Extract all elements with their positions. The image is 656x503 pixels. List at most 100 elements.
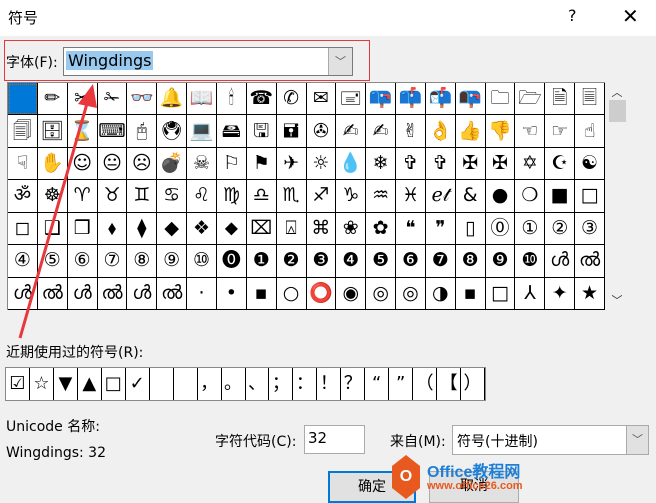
symbol-cell[interactable]: ❶ — [246, 245, 277, 278]
symbol-cell[interactable]: ☪ — [545, 147, 576, 181]
scroll-thumb[interactable] — [609, 100, 626, 122]
symbol-cell[interactable]: ⑨ — [157, 245, 188, 278]
symbol-cell[interactable]: ☎ — [246, 83, 277, 116]
symbol-cell[interactable]: 📖 — [187, 83, 217, 116]
symbol-cell[interactable]: ✍ — [366, 115, 397, 148]
symbol-cell[interactable]: ❺ — [366, 245, 397, 278]
symbol-cell[interactable]: ▪ — [246, 277, 277, 310]
symbol-cell[interactable]: ♎ — [246, 180, 277, 213]
symbol-cell[interactable]: ൾ — [8, 277, 38, 310]
symbol-cell[interactable]: 💻 — [187, 115, 217, 148]
symbol-cell[interactable]: ❹ — [336, 245, 367, 278]
symbol-cell[interactable]: ⌧ — [246, 212, 277, 246]
symbol-cell[interactable]: & — [455, 180, 486, 213]
symbol-cell[interactable]: ⧫ — [127, 212, 158, 246]
symbol-cell[interactable]: ❝ — [396, 212, 426, 246]
symbol-cell[interactable]: ❍ — [515, 180, 546, 213]
recent-symbol-cell[interactable]: （ — [413, 368, 438, 400]
symbol-cell[interactable]: 🖲 — [157, 115, 188, 148]
recent-symbol-cell[interactable]: ▼ — [54, 368, 78, 400]
symbol-cell[interactable]: ◻ — [8, 212, 38, 246]
recent-symbols-list[interactable]: ☑ ☆ ▼ ▲ □ ✓ ，。、；：！？ “” （【） — [5, 367, 486, 401]
symbol-cell[interactable]: 💣 — [157, 147, 188, 181]
symbol-cell[interactable]: ③ — [575, 212, 605, 246]
symbol-cell[interactable]: ⑧ — [127, 245, 158, 278]
symbol-cell[interactable]: ❑ — [37, 212, 68, 246]
symbol-cell[interactable]: ♊ — [127, 180, 158, 213]
symbol-cell[interactable]: ❖ — [187, 212, 217, 246]
symbol-cell[interactable]: ◑ — [425, 277, 456, 310]
symbol-cell[interactable]: 👍 — [455, 115, 486, 148]
recent-symbol-cell[interactable]: ☑ — [6, 368, 30, 400]
symbol-cell[interactable]: ❒ — [67, 212, 98, 246]
symbol-cell[interactable]: ✞ — [396, 147, 426, 181]
symbol-cell[interactable]: ⑤ — [37, 245, 68, 278]
symbol-cell[interactable]: ❻ — [396, 245, 426, 278]
symbol-cell[interactable]: ✡ — [515, 147, 546, 181]
symbol-cell[interactable]: ❀ — [336, 212, 367, 246]
symbol-cell[interactable]: ♑ — [336, 180, 367, 213]
recent-symbol-cell[interactable]: 。 — [222, 368, 246, 400]
symbol-cell[interactable]: ⌨ — [97, 115, 128, 148]
symbol-cell[interactable]: ℯ𝓉 — [425, 180, 456, 213]
scroll-down-icon[interactable]: ﹀ — [606, 292, 628, 308]
symbol-cell[interactable]: ✂ — [67, 83, 98, 116]
recent-symbol-cell[interactable]: 【 — [437, 368, 462, 400]
symbol-cell[interactable]: ☜ — [515, 115, 546, 148]
help-button[interactable]: ? — [568, 6, 577, 25]
symbol-cell[interactable]: 💧 — [336, 147, 367, 181]
symbol-cell[interactable]: 🖫 — [246, 115, 277, 148]
symbol-cell[interactable]: ❸ — [306, 245, 337, 278]
symbol-cell[interactable]: ⑦ — [97, 245, 128, 278]
symbol-cell[interactable]: ☠ — [187, 147, 217, 181]
symbol-cell[interactable]: 📫 — [396, 83, 426, 116]
symbol-cell[interactable]: ✞ — [425, 147, 456, 181]
symbol-cell[interactable]: ✠ — [485, 147, 516, 181]
symbol-grid-scrollbar[interactable]: ︿ ﹀ — [606, 82, 628, 310]
symbol-cell[interactable]: ◎ — [396, 277, 426, 310]
recent-symbol-cell[interactable]: ☆ — [30, 368, 54, 400]
symbol-cell[interactable]: ◉ — [336, 277, 367, 310]
recent-symbol-cell[interactable]: 、 — [246, 368, 270, 400]
symbol-cell[interactable]: ● — [485, 180, 516, 213]
symbol-cell[interactable]: ▪ — [455, 277, 486, 310]
symbol-cell[interactable]: ❾ — [485, 245, 516, 278]
symbol-cell[interactable]: ☝ — [575, 115, 605, 148]
symbol-cell[interactable]: □ — [575, 180, 605, 213]
symbol-cell[interactable]: ★ — [575, 277, 605, 310]
from-value[interactable]: 符号(十进制) — [457, 431, 538, 451]
symbol-cell[interactable]: ✏ — [37, 83, 68, 116]
symbol-cell[interactable]: ♏ — [276, 180, 307, 213]
symbol-cell[interactable]: ॐ — [8, 180, 38, 213]
symbol-cell[interactable]: 🖰 — [127, 115, 158, 148]
symbol-cell[interactable]: 🖬 — [276, 115, 307, 148]
symbol-cell[interactable]: 🗏 — [575, 83, 605, 116]
symbol-cell[interactable]: ൾ — [67, 277, 98, 310]
symbol-cell[interactable]: ① — [515, 212, 546, 246]
symbol-cell[interactable]: ❼ — [425, 245, 456, 278]
symbol-cell[interactable]: ❽ — [455, 245, 486, 278]
recent-symbol-cell[interactable]: “ — [365, 368, 390, 400]
symbol-cell[interactable]: ☸ — [37, 180, 68, 213]
symbol-cell[interactable]: 🗄 — [37, 115, 68, 148]
symbol-cell[interactable]: ൽ — [37, 277, 68, 310]
symbol-cell[interactable]: ♉ — [97, 180, 128, 213]
symbol-cell[interactable]: ■ — [545, 180, 576, 213]
scroll-up-icon[interactable]: ︿ — [606, 84, 628, 100]
symbol-cell[interactable]: ☟ — [8, 147, 38, 181]
symbol-cell[interactable]: ⚐ — [216, 147, 247, 181]
symbol-cell[interactable] — [8, 83, 38, 116]
symbol-cell[interactable]: ♈ — [67, 180, 98, 213]
symbol-cell[interactable]: ✉ — [306, 83, 337, 116]
symbol-cell[interactable]: 📭 — [455, 83, 486, 116]
symbol-cell[interactable]: ☯ — [575, 147, 605, 181]
recent-symbol-cell[interactable]: ： — [293, 368, 318, 400]
symbol-cell[interactable]: 😐 — [97, 147, 128, 181]
symbol-cell[interactable]: ❿ — [515, 245, 546, 278]
symbol-cell[interactable]: ⌘ — [306, 212, 337, 246]
symbol-cell[interactable]: ❄ — [366, 147, 397, 181]
recent-symbol-cell[interactable]: ✓ — [126, 368, 150, 400]
symbol-cell[interactable]: ◎ — [366, 277, 397, 310]
recent-symbol-cell[interactable]: ？ — [341, 368, 366, 400]
symbol-cell[interactable]: 🕯 — [216, 83, 247, 116]
